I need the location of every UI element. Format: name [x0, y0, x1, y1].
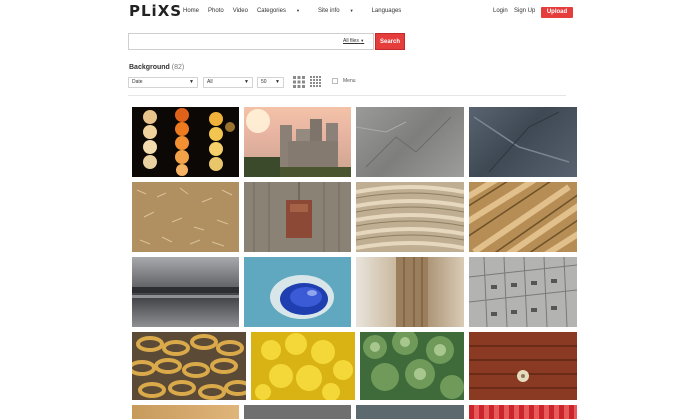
nav-site-info[interactable]: Site info ▼	[318, 8, 363, 14]
nav-home[interactable]: Home	[183, 8, 199, 14]
bokeh-lights-image	[143, 108, 235, 176]
nav-photo[interactable]: Photo	[208, 8, 224, 14]
rock-texture-image	[473, 111, 570, 173]
photo-thumbnail[interactable]	[132, 182, 239, 252]
rope-coil-image	[356, 185, 464, 250]
photo-thumbnail[interactable]	[469, 257, 577, 327]
chevron-down-icon: ▼	[295, 8, 300, 13]
per-page-select-value: 50	[261, 79, 267, 85]
blue-paint-image	[244, 257, 351, 327]
chevron-down-icon: ▼	[244, 79, 249, 85]
chevron-down-icon: ▼	[189, 79, 194, 85]
nav-video[interactable]: Video	[233, 8, 248, 14]
metal-pipe-image	[132, 287, 239, 298]
photo-thumbnail[interactable]	[356, 182, 464, 252]
chevron-down-icon: ▼	[349, 8, 354, 13]
type-select[interactable]: All ▼	[203, 77, 253, 88]
wood-post-image	[396, 257, 428, 327]
site-header: PLiXS Home Photo Video Categories ▼ Site …	[0, 0, 700, 24]
signup-link[interactable]: Sign Up	[514, 8, 535, 14]
search-bar: All files ▼	[128, 33, 374, 50]
page-title: Background (82)	[129, 64, 184, 71]
kale-leaves-image	[363, 332, 464, 399]
photo-thumbnail[interactable]	[132, 405, 239, 419]
photo-thumbnail[interactable]	[244, 405, 351, 419]
gold-chain-image	[132, 334, 246, 400]
twisted-rope-image	[469, 182, 577, 252]
photo-thumbnail[interactable]	[132, 332, 246, 400]
per-page-select[interactable]: 50 ▼	[257, 77, 284, 88]
photo-thumbnail[interactable]	[469, 332, 577, 400]
divider	[128, 95, 566, 96]
wood-shavings-image	[132, 182, 239, 252]
photo-thumbnail[interactable]	[244, 182, 351, 252]
list-view-icon[interactable]	[310, 76, 322, 88]
sort-select[interactable]: Date ▼	[128, 77, 198, 88]
search-scope-label: All files	[343, 38, 359, 44]
photo-thumbnail[interactable]	[132, 107, 239, 177]
photo-thumbnail[interactable]	[251, 332, 355, 400]
page-title-text: Background	[129, 64, 170, 71]
type-select-value: All	[207, 79, 213, 85]
login-link[interactable]: Login	[493, 8, 508, 14]
chevron-down-icon: ▼	[360, 38, 365, 43]
nav-categories[interactable]: Categories ▼	[257, 8, 309, 14]
photo-thumbnail[interactable]	[132, 257, 239, 327]
photo-thumbnail[interactable]	[244, 107, 351, 177]
photo-thumbnail[interactable]	[469, 405, 577, 419]
photo-thumbnail[interactable]	[356, 405, 464, 419]
nav-categories-label: Categories	[256, 8, 286, 14]
nav-site-info-label: Site info	[317, 8, 340, 14]
chevron-down-icon: ▼	[275, 79, 280, 85]
numbered-lockers-image	[469, 257, 577, 327]
main-nav: Home Photo Video Categories ▼ Site info ▼ …	[183, 8, 410, 14]
search-button[interactable]: Search	[375, 33, 405, 50]
photo-thumbnail[interactable]	[356, 107, 464, 177]
grid-view-icon[interactable]	[293, 76, 305, 88]
search-input[interactable]	[129, 34, 329, 49]
photo-thumbnail[interactable]	[360, 332, 464, 400]
photo-thumbnail[interactable]	[469, 182, 577, 252]
upload-button[interactable]: Upload	[541, 7, 573, 18]
result-count: (82)	[171, 64, 185, 71]
menu-checkbox-label: Menu	[343, 78, 356, 84]
sort-select-value: Date	[132, 79, 143, 85]
yellow-flower-image	[251, 332, 355, 400]
stone-texture-image	[356, 116, 452, 168]
wooden-door-image	[469, 345, 577, 389]
nav-languages[interactable]: Languages	[372, 8, 402, 14]
photo-thumbnail[interactable]	[244, 257, 351, 327]
site-logo[interactable]: PLiXS	[129, 2, 182, 20]
photo-thumbnail[interactable]	[356, 257, 464, 327]
search-scope-dropdown[interactable]: All files ▼	[343, 38, 364, 44]
rusty-tag-image	[253, 182, 340, 252]
castle-image	[244, 109, 351, 177]
menu-checkbox[interactable]	[332, 78, 338, 84]
photo-thumbnail[interactable]	[469, 107, 577, 177]
